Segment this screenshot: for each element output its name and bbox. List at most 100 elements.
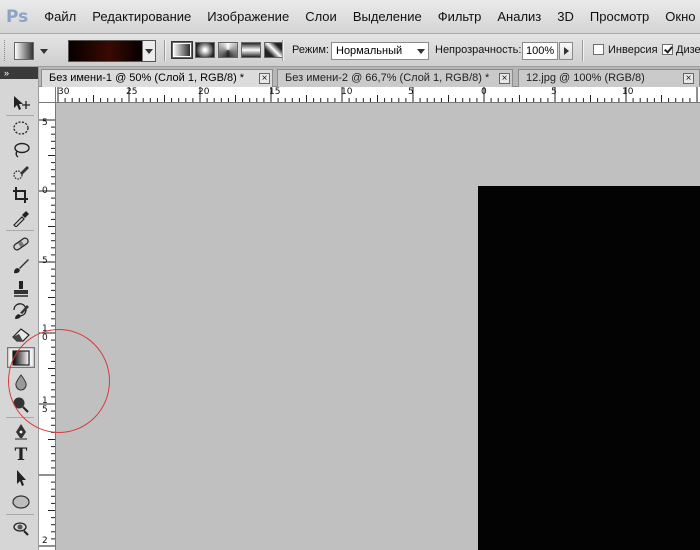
chevron-down-icon (40, 48, 48, 54)
3d-rotate-icon (13, 521, 29, 536)
pen-icon (15, 423, 27, 439)
arrow-icon (17, 469, 26, 486)
tab-label: 12.jpg @ 100% (RGB/8) (526, 72, 645, 84)
menu-view[interactable]: Просмотр (582, 9, 657, 24)
blur-tool[interactable] (7, 371, 35, 392)
gradient-icon (12, 349, 30, 366)
tools-panel-header[interactable]: » (0, 67, 38, 79)
move-tool[interactable] (7, 92, 35, 113)
gradient-type-group (171, 41, 287, 59)
history-brush-tool[interactable] (7, 300, 35, 321)
close-icon[interactable]: × (259, 73, 270, 84)
opacity-field[interactable]: 100% (522, 42, 558, 60)
divider (582, 40, 584, 61)
drop-icon (15, 373, 27, 390)
ruler-label: 5 (42, 256, 48, 266)
tab-label: Без имени-2 @ 66,7% (Слой 1, RGB/8) * (285, 72, 490, 84)
crop-icon (13, 186, 28, 203)
document-canvas[interactable] (478, 186, 700, 550)
menu-image[interactable]: Изображение (199, 9, 297, 24)
bandage-icon (13, 237, 29, 250)
options-grip[interactable] (4, 40, 8, 61)
ruler-label: 15 (269, 87, 281, 97)
gradient-swatch[interactable] (69, 41, 143, 61)
eyedropper-icon (13, 210, 29, 227)
opacity-slider-button[interactable] (559, 42, 573, 60)
brush-tool[interactable] (7, 255, 35, 276)
diamond-gradient-button[interactable] (264, 42, 284, 58)
ruler-label: 2 (42, 536, 48, 546)
menu-window[interactable]: Окно (657, 9, 700, 24)
ruler-label: 0 (481, 87, 487, 97)
reflected-gradient-button[interactable] (241, 42, 261, 58)
tab-document-3[interactable]: 12.jpg @ 100% (RGB/8) × (518, 69, 700, 87)
invert-label: Инверсия (608, 44, 658, 56)
shape-tool[interactable] (7, 491, 35, 512)
ruler-origin[interactable] (39, 87, 56, 103)
menu-layer[interactable]: Слои (297, 9, 345, 24)
divider (6, 115, 34, 116)
photoshop-logo: Ps (6, 6, 29, 27)
close-icon[interactable]: × (499, 73, 510, 84)
quick-selection-icon (13, 165, 29, 180)
gradient-dropdown[interactable] (142, 41, 155, 61)
type-tool[interactable]: T (7, 444, 35, 465)
menu-analysis[interactable]: Анализ (489, 9, 549, 24)
tool-preset-picker[interactable] (14, 42, 54, 60)
3d-rotate-tool[interactable] (7, 517, 35, 538)
marquee-tool[interactable] (7, 117, 35, 138)
gradient-preset-icon (14, 42, 34, 60)
radial-gradient-button[interactable] (195, 42, 215, 58)
tab-label: Без имени-1 @ 50% (Слой 1, RGB/8) * (49, 72, 245, 84)
clone-stamp-tool[interactable] (7, 278, 35, 299)
ruler-label: 5 (408, 87, 414, 97)
quick-selection-tool[interactable] (7, 162, 35, 183)
lasso-icon (14, 142, 30, 158)
lasso-tool[interactable] (7, 139, 35, 160)
gradient-picker[interactable] (68, 40, 156, 62)
divider (6, 514, 34, 515)
linear-gradient-button[interactable] (171, 41, 193, 59)
invert-checkbox[interactable] (593, 44, 604, 55)
chevron-down-icon (417, 49, 425, 54)
eraser-icon (12, 327, 30, 342)
ruler-label: 30 (58, 87, 70, 97)
tab-document-1[interactable]: Без имени-1 @ 50% (Слой 1, RGB/8) * × (41, 69, 273, 87)
options-bar: Режим: Нормальный Непрозрачность: 100% И… (0, 34, 700, 67)
path-selection-tool[interactable] (7, 467, 35, 488)
ruler-label: 25 (126, 87, 138, 97)
mode-select[interactable]: Нормальный (331, 42, 429, 60)
menu-edit[interactable]: Редактирование (84, 9, 199, 24)
crop-tool[interactable] (7, 184, 35, 205)
close-icon[interactable]: × (683, 73, 694, 84)
dither-checkbox[interactable] (662, 44, 673, 55)
dodge-tool[interactable] (7, 393, 35, 414)
menu-file[interactable]: Файл (36, 9, 84, 24)
mode-value: Нормальный (336, 45, 403, 57)
gradient-tool[interactable] (7, 347, 35, 368)
stamp-icon (14, 280, 28, 297)
menu-filter[interactable]: Фильтр (430, 9, 490, 24)
eyedropper-tool[interactable] (7, 207, 35, 228)
healing-brush-tool[interactable] (7, 233, 35, 254)
ruler-label: 0 (42, 186, 48, 196)
angle-gradient-button[interactable] (218, 42, 238, 58)
menu-bar: Ps Файл Редактирование Изображение Слои … (0, 0, 700, 34)
ruler-label: 5 (42, 118, 48, 128)
move-icon (14, 95, 30, 110)
horizontal-ruler[interactable]: 30 25 20 15 10 5 0 5 10 (56, 87, 700, 103)
pen-tool[interactable] (7, 420, 35, 441)
menu-select[interactable]: Выделение (345, 9, 430, 24)
document-tab-bar: Без имени-1 @ 50% (Слой 1, RGB/8) * × Бе… (39, 67, 700, 87)
divider (164, 40, 166, 61)
ruler-label: 20 (198, 87, 210, 97)
canvas-workspace[interactable] (56, 103, 700, 550)
history-brush-icon (13, 302, 29, 319)
vertical-ruler[interactable]: 5 0 5 1 0 1 5 2 (39, 103, 56, 550)
ruler-label: 10 (622, 87, 634, 97)
tab-document-2[interactable]: Без имени-2 @ 66,7% (Слой 1, RGB/8) * × (277, 69, 513, 87)
menu-3d[interactable]: 3D (549, 9, 582, 24)
ruler-label: 1 0 (42, 324, 48, 343)
eraser-tool[interactable] (7, 323, 35, 344)
divider (6, 417, 34, 418)
